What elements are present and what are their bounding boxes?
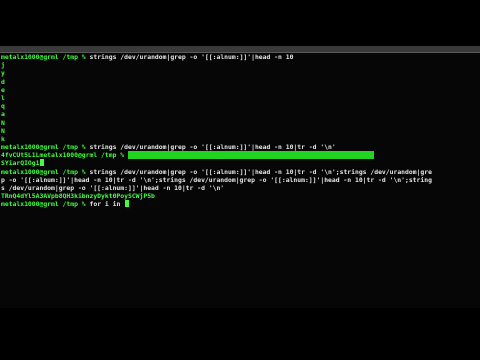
output-line: y (1, 69, 5, 78)
shell-prompt: metalx1000@grml /tmp % (1, 143, 86, 152)
shell-prompt: metalx1000@grml /tmp % (1, 200, 86, 209)
output-line: N (1, 126, 5, 135)
shell-prompt: metalx1000@grml /tmp % (39, 151, 125, 160)
selected-command-text[interactable]: strings /dev/urandom|grep -o '[[:alnum:]… (128, 151, 375, 160)
screen: metalx1000@grml /tmp % strings /dev/uran… (0, 0, 480, 360)
command-text: strings /dev/urandom|grep -o '[[:alnum:]… (89, 53, 294, 61)
shell-prompt: metalx1000@grml /tmp % (1, 167, 86, 176)
output-line: q (1, 102, 5, 111)
terminal-line: metalx1000@grml /tmp % strings /dev/uran… (0, 53, 480, 61)
terminal-line: metalx1000@grml /tmp % strings /dev/uran… (0, 143, 480, 151)
terminal-line: metalx1000@grml /tmp % for i in (0, 200, 480, 208)
video-letterbox-top (0, 0, 480, 46)
terminal-line: metalx1000@grml /tmp % strings /dev/uran… (0, 168, 480, 176)
output-line: e (1, 85, 5, 94)
terminal-line-wrap: s /dev/urandom|grep -o '[[:alnum:]]'|hea… (0, 184, 480, 192)
terminal-line-wrap: p -o '[[:alnum:]]'|head -n 10|tr -d '\n'… (0, 176, 480, 184)
output-line: 4fvCUt5L1Lmetalx1000@grml /tmp % strings… (1, 151, 375, 160)
terminal-window[interactable]: metalx1000@grml /tmp % strings /dev/uran… (0, 53, 480, 308)
output-line: SYiarQIOg1 (0, 159, 480, 167)
output-line: N (1, 118, 5, 127)
output-line: j (1, 61, 5, 70)
video-letterbox-bottom (0, 308, 480, 360)
output-line: d (1, 77, 5, 86)
output-line: a (1, 110, 5, 119)
output-line: k (1, 134, 5, 143)
cursor-block (40, 159, 45, 167)
output-line: TRnQ4dYl5A3AVpb8QH3kibnzyDykt0PoySCWjP5b (1, 192, 155, 201)
command-text: strings /dev/urandom|grep -o '[[:alnum:]… (89, 167, 432, 176)
output-line: l (1, 93, 5, 102)
terminal-titlebar[interactable] (0, 46, 480, 53)
command-input[interactable]: for i in (90, 200, 125, 208)
command-text: strings /dev/urandom|grep -o '[[:alnum:]… (89, 143, 336, 152)
cursor-block (125, 200, 130, 208)
shell-prompt: metalx1000@grml /tmp % (1, 53, 86, 61)
command-text: p -o '[[:alnum:]]'|head -n 10|tr -d '\n'… (1, 175, 432, 184)
command-text: s /dev/urandom|grep -o '[[:alnum:]]'|hea… (1, 184, 225, 192)
